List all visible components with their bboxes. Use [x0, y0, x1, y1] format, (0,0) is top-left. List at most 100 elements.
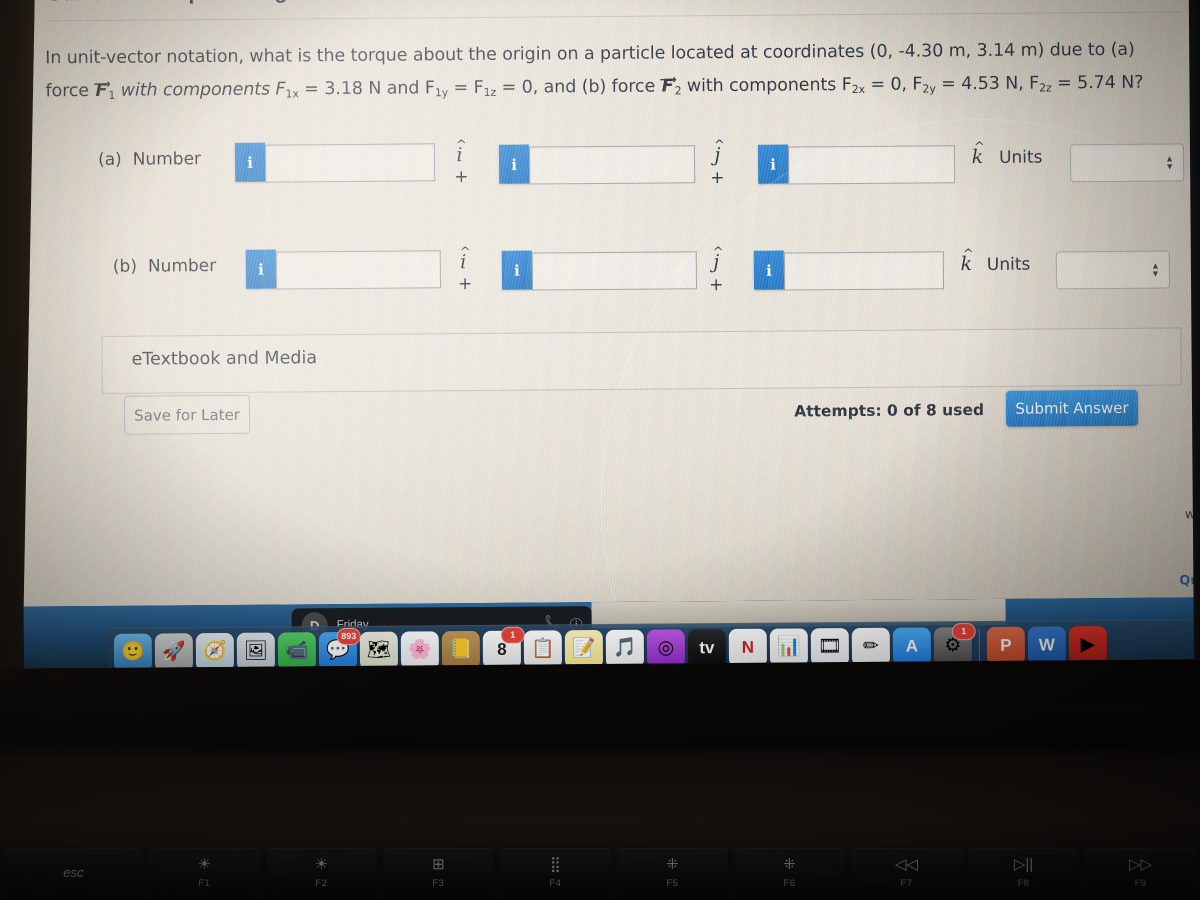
maps-icon-glyph: 🗺	[366, 639, 392, 661]
answer-b-k-input[interactable]	[783, 251, 945, 291]
info-button-b-k[interactable]: i	[753, 250, 785, 290]
podcasts-icon-glyph: ◎	[657, 637, 675, 659]
music-icon-glyph: 🎵	[612, 637, 637, 659]
reminders-icon[interactable]: 📋	[523, 629, 563, 669]
calendar-icon[interactable]: 81	[482, 626, 525, 669]
launchpad-key-glyph: ⣿	[549, 856, 561, 873]
mission-control-key[interactable]: ⊞ F3	[382, 848, 494, 898]
news-icon-glyph: N	[741, 637, 755, 657]
save-for-later-button[interactable]: Save for Later	[123, 394, 251, 435]
info-button-b-j[interactable]: i	[501, 250, 533, 290]
f2y-sub: 2y	[922, 82, 936, 96]
answer-a-number-label: Number	[132, 149, 202, 170]
k-hat-label-a: ^ k	[970, 140, 985, 168]
play-pause-key[interactable]: ▷|| F8	[968, 848, 1080, 898]
preview-icon[interactable]: 🖼	[236, 632, 276, 669]
messages-icon[interactable]: 💬 893	[318, 627, 361, 669]
info-button-b-i[interactable]: i	[245, 249, 277, 289]
keyboard-function-row: esc ☀ F1 ☀ F2 ⊞ F3 ⣿ F4 ⁜ F5 ⁜ F6 ◁◁ F7 ▷|| F8 ▷▷ F9	[0, 848, 1200, 900]
rewind-key-label: F7	[900, 878, 913, 889]
esc-key[interactable]: esc	[4, 848, 143, 898]
fast-forward-key[interactable]: ▷▷ F9	[1085, 848, 1197, 898]
brightness-down-key[interactable]: ☀ F1	[148, 848, 260, 898]
answer-a-part: (a)	[97, 149, 122, 170]
rewind-key[interactable]: ◁◁ F7	[850, 848, 962, 898]
keyboard-backlight-down-key-glyph: ⁜	[666, 856, 679, 873]
mission-control-key-label: F3	[432, 878, 445, 889]
powerpoint-icon-glyph: P	[1000, 635, 1012, 655]
pdf-reader-icon[interactable]: ▶	[1068, 625, 1108, 669]
apple-tv-icon[interactable]: tv	[687, 628, 727, 667]
launchpad-key[interactable]: ⣿ F4	[499, 848, 611, 898]
units-select-a[interactable]: ▲ ▼	[1069, 143, 1185, 183]
info-button-a-j[interactable]: i	[498, 144, 530, 184]
assignment-content: Current Attempt in Progress In unit-vect…	[19, 0, 1200, 607]
word-icon[interactable]: W	[1027, 625, 1067, 669]
brightness-down-key-glyph: ☀	[197, 856, 212, 873]
j-hat-letter-a: j	[714, 144, 721, 167]
laptop-screen: Current Attempt in Progress In unit-vect…	[0, 0, 1200, 669]
answer-b-i-input[interactable]	[275, 250, 442, 290]
music-icon[interactable]: 🎵	[605, 629, 645, 668]
facetime-icon[interactable]: 📹	[277, 631, 317, 669]
app-store-icon-glyph: A	[905, 636, 919, 656]
f1z-sub: 1z	[483, 85, 497, 99]
keyboard-backlight-down-key[interactable]: ⁜ F5	[616, 848, 728, 898]
preview-icon-glyph: 🖼	[243, 640, 269, 662]
photos-icon[interactable]: 🌸	[400, 630, 440, 669]
contacts-icon-glyph: 📒	[448, 639, 473, 661]
submit-answer-button[interactable]: Submit Answer	[1005, 389, 1139, 427]
launchpad-key-label: F4	[549, 878, 562, 889]
attempt-header: Current Attempt in Progress	[47, 0, 331, 6]
answer-row-b: (b) Number i ^ i + i ^ j + i ^ k Units ▲…	[21, 229, 1200, 295]
notes-icon[interactable]: 📝	[564, 629, 604, 668]
force2-vector-symbol: F	[661, 76, 675, 96]
keynote-icon[interactable]: 🎞	[810, 627, 850, 666]
keyboard-backlight-down-key-label: F5	[666, 878, 679, 889]
i-hat-label-b: ^ i	[456, 245, 471, 273]
units-label-a: Units	[998, 147, 1043, 168]
brightness-down-key-label: F1	[198, 878, 211, 889]
question-text: In unit-vector notation, what is the tor…	[45, 33, 1182, 112]
answer-a-k-input[interactable]	[787, 145, 956, 185]
pages-icon[interactable]: ✏	[851, 627, 891, 666]
word-icon-glyph: W	[1038, 635, 1055, 655]
info-button-a-i[interactable]: i	[234, 142, 266, 182]
f2y-value: = 4.53 N, F	[935, 73, 1040, 95]
maps-icon[interactable]: 🗺	[359, 631, 399, 669]
answer-a-i-input[interactable]	[264, 143, 436, 183]
messages-badge: 893	[336, 627, 361, 645]
f1z-value: = 0, and (b) force	[496, 76, 661, 98]
rewind-key-glyph: ◁◁	[894, 856, 919, 873]
units-select-b[interactable]: ▲ ▼	[1055, 250, 1171, 290]
safari-icon-glyph: 🧭	[202, 640, 227, 663]
news-icon[interactable]: N	[728, 628, 768, 667]
answer-b-part: (b)	[112, 256, 138, 277]
etextbook-label[interactable]: eTextbook and Media	[132, 348, 318, 369]
finder-icon[interactable]: 🙂	[113, 633, 153, 669]
podcasts-icon[interactable]: ◎	[646, 628, 686, 668]
brightness-up-key-label: F2	[315, 878, 328, 889]
answer-b-j-input[interactable]	[531, 251, 698, 291]
fast-forward-key-label: F9	[1134, 878, 1147, 889]
powerpoint-icon[interactable]: P	[986, 626, 1026, 669]
numbers-icon[interactable]: 📊	[769, 627, 809, 667]
calendar-icon-glyph: 8	[497, 639, 507, 659]
j-hat-label-b: ^ j	[709, 245, 724, 273]
macos-desktop: D Friday 📞 ⓘ 🙂🚀🧭🖼📹💬893🗺🌸📒81📋📝🎵◎tvN📊🎞✏A⚙1…	[23, 597, 1200, 669]
f1x-sub: 1x	[285, 87, 299, 101]
brightness-up-key-glyph: ☀	[314, 856, 329, 873]
launchpad-icon[interactable]: 🚀	[154, 632, 194, 669]
contacts-icon[interactable]: 📒	[441, 630, 481, 669]
brightness-up-key[interactable]: ☀ F2	[265, 848, 377, 898]
info-button-a-k[interactable]: i	[757, 144, 789, 184]
keyboard-backlight-up-key[interactable]: ⁜ F6	[733, 848, 845, 898]
safari-icon[interactable]: 🧭	[195, 632, 235, 669]
f1y-sub: 1y	[434, 86, 449, 100]
f2x-value: = 0, F	[864, 74, 923, 95]
answer-a-j-input[interactable]	[528, 145, 696, 185]
units-stepper-arrows-b: ▲ ▼	[1150, 260, 1160, 279]
app-store-icon[interactable]: A	[892, 626, 932, 666]
system-preferences-icon[interactable]: ⚙ 1	[933, 622, 976, 665]
esc-key-glyph: esc	[63, 865, 84, 880]
